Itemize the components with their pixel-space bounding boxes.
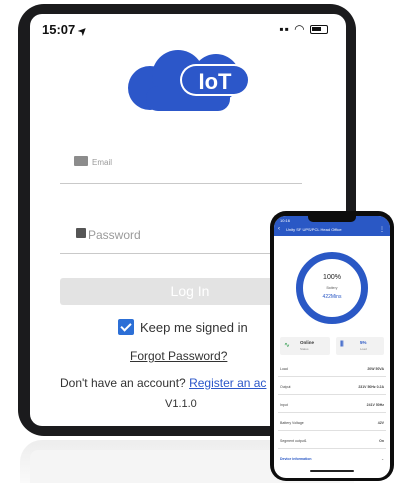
phone-time: 10:16 bbox=[280, 218, 291, 223]
keep-signed-in-label: Keep me signed in bbox=[140, 319, 248, 335]
email-field[interactable]: Email bbox=[60, 150, 302, 184]
iot-cloud-logo: IoT bbox=[128, 50, 250, 111]
location-icon: ➤ bbox=[76, 24, 90, 39]
home-indicator bbox=[310, 470, 354, 472]
phone-notch bbox=[308, 216, 356, 222]
app-version: V1.1.0 bbox=[165, 398, 197, 410]
info-row-load: Load 20W 50VA bbox=[278, 362, 386, 377]
status-time: 15:07 ➤ bbox=[42, 22, 90, 39]
no-account-text: Don't have an account? bbox=[60, 376, 186, 390]
row-value: 42V bbox=[377, 421, 384, 425]
row-value: 241V 50Hz bbox=[366, 403, 384, 407]
row-label: Load bbox=[280, 367, 288, 371]
back-icon[interactable]: ‹ bbox=[278, 226, 280, 232]
load-bars-icon: ||||| bbox=[340, 341, 344, 347]
register-link[interactable]: Register an ac bbox=[189, 376, 266, 390]
device-information-row[interactable]: Device information ⌄ bbox=[278, 452, 386, 467]
status-card: ∿ Online Status bbox=[280, 337, 330, 355]
logo-text: IoT bbox=[199, 69, 233, 94]
stage: 15:07 ➤ ▪▪ ◠ IoT Email Password Log In K… bbox=[0, 0, 398, 483]
info-row-battery-voltage: Battery Voltage 42V bbox=[278, 416, 386, 431]
phone-screen: 10:16 ‹ Unity SF UPS/PCL Head Office ⋮ 1… bbox=[274, 216, 390, 478]
keep-signed-in-checkbox[interactable] bbox=[118, 319, 134, 335]
load-card-value: 5% bbox=[360, 340, 367, 345]
forgot-password-link[interactable]: Forgot Password? bbox=[130, 349, 227, 363]
load-card: ||||| 5% Load bbox=[336, 337, 384, 355]
row-label: Segment output1 bbox=[280, 439, 307, 443]
battery-label: Battery bbox=[326, 286, 338, 290]
keep-signed-in[interactable]: Keep me signed in bbox=[118, 319, 248, 335]
status-icons: ▪▪ ◠ bbox=[279, 22, 328, 36]
info-row-output: Output 231V 50Hz 0.2A bbox=[278, 380, 386, 395]
status-time-text: 15:07 bbox=[42, 22, 76, 37]
menu-icon[interactable]: ⋮ bbox=[379, 226, 385, 233]
row-label: Output bbox=[280, 385, 291, 389]
status-card-subtitle: Status bbox=[300, 347, 309, 351]
pulse-icon: ∿ bbox=[284, 342, 290, 349]
row-value: 20W 50VA bbox=[367, 367, 384, 371]
info-row-input: Input 241V 50Hz bbox=[278, 398, 386, 413]
lock-icon bbox=[76, 228, 86, 238]
battery-percent: 100% bbox=[323, 274, 341, 281]
battery-gauge: 100% Battery 422Mins bbox=[296, 252, 368, 324]
battery-runtime: 422Mins bbox=[322, 294, 342, 300]
signal-icon: ▪▪ bbox=[279, 22, 290, 36]
load-card-label: Load bbox=[360, 347, 367, 351]
device-information-label: Device information bbox=[280, 457, 312, 461]
chevron-down-icon: ⌄ bbox=[381, 457, 384, 461]
status-card-title: Online bbox=[300, 340, 315, 345]
password-placeholder: Password bbox=[88, 228, 141, 242]
phone-title: Unity SF UPS/PCL Head Office bbox=[286, 227, 342, 232]
mail-icon bbox=[74, 156, 88, 166]
row-value: On bbox=[379, 439, 384, 443]
row-label: Input bbox=[280, 403, 288, 407]
info-row-segment-output: Segment output1 On bbox=[278, 434, 386, 449]
register-prompt: Don't have an account? Register an ac bbox=[60, 376, 266, 390]
email-placeholder: Email bbox=[92, 158, 113, 167]
row-value: 231V 50Hz 0.2A bbox=[358, 385, 384, 389]
wifi-icon: ◠ bbox=[294, 22, 306, 36]
password-field[interactable]: Password bbox=[60, 220, 302, 254]
row-label: Battery Voltage bbox=[280, 421, 304, 425]
battery-icon bbox=[310, 25, 328, 35]
